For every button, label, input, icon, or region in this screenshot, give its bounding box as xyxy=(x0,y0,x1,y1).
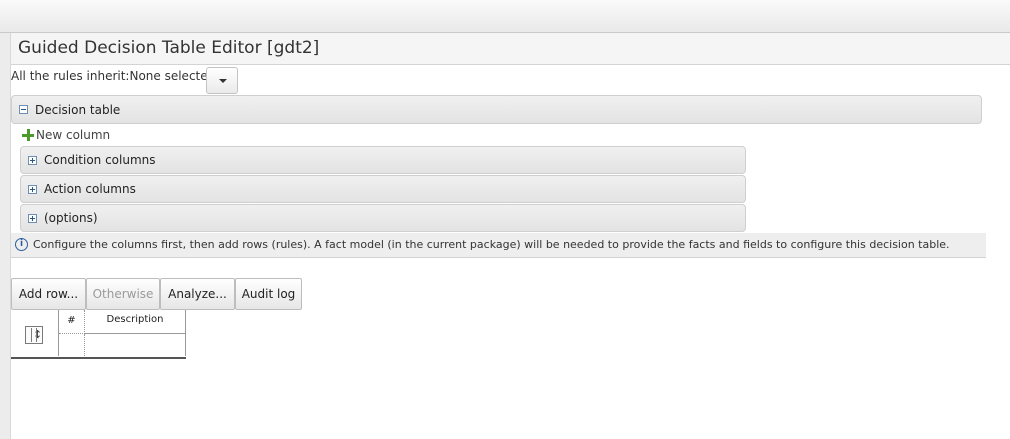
info-icon: i xyxy=(15,238,28,251)
collapse-icon[interactable] xyxy=(19,105,28,114)
add-row-button[interactable]: Add row... xyxy=(11,278,86,310)
info-text: Configure the columns first, then add ro… xyxy=(33,238,950,251)
analyze-button[interactable]: Analyze... xyxy=(160,278,235,310)
new-column-label[interactable]: New column xyxy=(36,128,110,142)
column-header-description: Description xyxy=(85,310,186,334)
page-title: Guided Decision Table Editor [gdt2] xyxy=(18,38,320,58)
audit-log-button[interactable]: Audit log xyxy=(235,278,302,310)
info-message: i Configure the columns first, then add … xyxy=(11,233,986,258)
grid-corner-cell: ↕ xyxy=(11,310,59,356)
options-section[interactable]: (options) xyxy=(20,204,746,232)
add-icon xyxy=(22,129,34,141)
decision-table-label: Decision table xyxy=(35,103,121,117)
column-resize-icon[interactable]: ↕ xyxy=(25,326,43,344)
arrows-icon: ↕ xyxy=(33,328,43,341)
action-columns-section[interactable]: Action columns xyxy=(20,175,746,203)
options-label: (options) xyxy=(44,211,98,225)
condition-columns-label: Condition columns xyxy=(44,153,156,167)
otherwise-button[interactable]: Otherwise xyxy=(86,278,160,310)
inherit-label: All the rules inherit:None selected xyxy=(11,69,216,83)
chevron-down-icon xyxy=(219,79,227,83)
inherit-dropdown-button[interactable] xyxy=(206,67,238,94)
decision-grid: ↕ # Description xyxy=(11,310,186,359)
expand-icon[interactable] xyxy=(28,156,37,165)
left-rail xyxy=(0,33,11,439)
condition-columns-section[interactable]: Condition columns xyxy=(20,146,746,174)
editor-title-bar: Guided Decision Table Editor [gdt2] xyxy=(11,33,1010,65)
top-toolbar xyxy=(0,0,1010,33)
action-columns-label: Action columns xyxy=(44,182,136,196)
column-header-number: # xyxy=(59,310,85,334)
table-row-description-cell[interactable] xyxy=(85,334,186,356)
expand-icon[interactable] xyxy=(28,214,37,223)
decision-table-section-header[interactable]: Decision table xyxy=(11,95,982,124)
table-row-number-cell xyxy=(59,334,85,356)
expand-icon[interactable] xyxy=(28,185,37,194)
